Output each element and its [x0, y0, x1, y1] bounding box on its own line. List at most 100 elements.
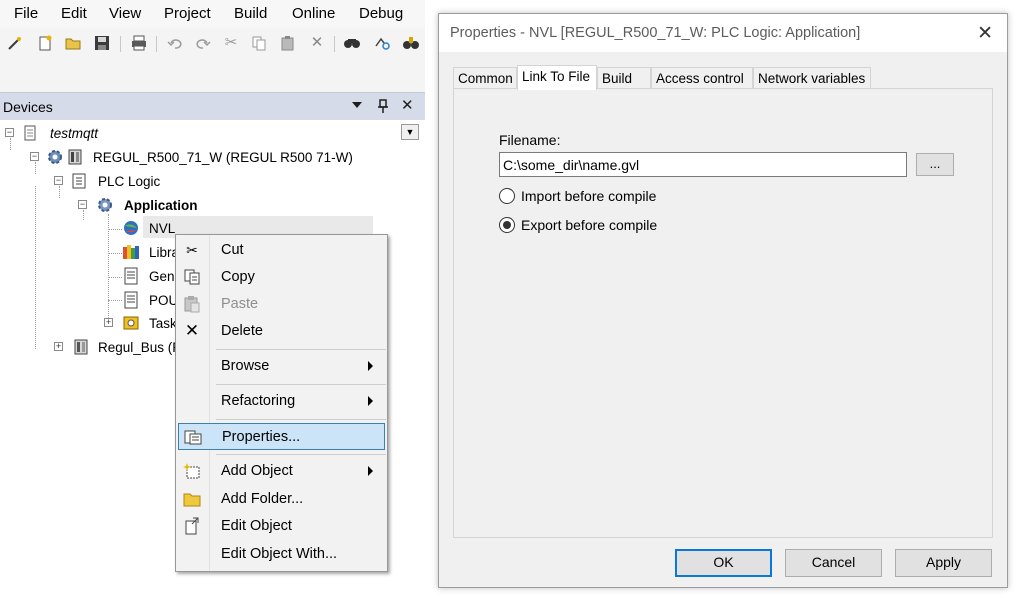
context-menu-add-object[interactable]: Add Object	[178, 458, 385, 485]
context-menu-separator	[216, 384, 386, 385]
devices-panel-title: Devices	[3, 99, 53, 115]
menu-view[interactable]: View	[109, 5, 141, 22]
print-icon[interactable]	[130, 34, 148, 52]
application-gear-icon	[98, 198, 112, 212]
context-menu-cut-label: Cut	[221, 242, 244, 258]
tree-pou-label[interactable]: POU	[149, 293, 178, 308]
devices-panel-header: Devices ✕	[0, 92, 425, 120]
tree-line	[35, 186, 36, 349]
binoculars-icon[interactable]	[402, 34, 420, 52]
close-icon[interactable]: ✕	[977, 22, 993, 45]
context-menu-delete[interactable]: ✕ Delete	[178, 318, 385, 345]
plc-device-icon	[68, 149, 82, 165]
undo-icon[interactable]	[166, 34, 184, 52]
menu-project[interactable]: Project	[164, 5, 211, 22]
tree-dropdown-button[interactable]: ▼	[401, 124, 419, 140]
menu-build[interactable]: Build	[234, 5, 267, 22]
context-menu-add-object-label: Add Object	[221, 463, 293, 479]
tab-network-variables[interactable]: Network variables	[753, 67, 871, 89]
context-menu-properties[interactable]: Properties...	[178, 423, 385, 450]
context-menu-separator	[216, 419, 386, 420]
tab-build[interactable]: Build	[597, 67, 651, 89]
edit-object-icon	[185, 517, 199, 535]
tree-application-label[interactable]: Application	[124, 198, 198, 213]
new-file-icon[interactable]	[36, 34, 54, 52]
context-menu-edit-object-with[interactable]: Edit Object With...	[178, 541, 385, 568]
tree-expander[interactable]: −	[78, 200, 87, 209]
tab-access-control[interactable]: Access control	[651, 67, 753, 89]
close-panel-icon[interactable]: ✕	[401, 96, 414, 114]
filename-label: Filename:	[499, 132, 561, 148]
tree-project-label[interactable]: testmqtt	[50, 126, 98, 141]
plc-logic-icon	[72, 173, 86, 189]
context-menu-edit-object[interactable]: Edit Object	[178, 513, 385, 540]
context-menu-edit-object-label: Edit Object	[221, 518, 292, 534]
context-menu-add-folder[interactable]: Add Folder...	[178, 486, 385, 513]
cancel-button[interactable]: Cancel	[785, 549, 882, 577]
filename-field[interactable]	[499, 152, 907, 177]
delete-icon[interactable]: ✕	[308, 34, 326, 52]
tree-expander[interactable]: +	[104, 318, 113, 327]
tab-link-to-file[interactable]: Link To File	[517, 65, 597, 90]
save-icon[interactable]	[93, 34, 111, 52]
tree-expander[interactable]: +	[54, 342, 63, 351]
browse-button[interactable]: ...	[916, 153, 954, 176]
find-icon[interactable]	[343, 34, 361, 52]
context-menu-copy-label: Copy	[221, 269, 255, 285]
apply-button[interactable]: Apply	[895, 549, 992, 577]
tree-line	[10, 138, 11, 150]
pin-icon[interactable]	[378, 99, 388, 113]
context-menu-add-folder-label: Add Folder...	[221, 491, 304, 507]
tree-line	[108, 229, 122, 230]
document-icon	[124, 267, 138, 285]
menu-online[interactable]: Online	[292, 5, 335, 22]
dropdown-arrow-icon[interactable]	[352, 102, 362, 110]
tree-line	[59, 186, 60, 198]
paste-icon[interactable]	[279, 34, 297, 52]
context-menu-copy[interactable]: Copy	[178, 264, 385, 291]
context-menu-paste[interactable]: Paste	[178, 291, 385, 318]
context-menu-separator	[216, 454, 386, 455]
tree-nvl-label[interactable]: NVL	[149, 221, 175, 236]
context-menu-browse[interactable]: Browse	[178, 353, 385, 380]
bus-device-icon	[74, 339, 88, 355]
context-menu-browse-label: Browse	[221, 358, 270, 374]
open-folder-icon[interactable]	[64, 34, 82, 52]
redo-icon[interactable]	[194, 34, 212, 52]
toolbar-separator	[120, 36, 121, 52]
tree-expander[interactable]: −	[54, 176, 63, 185]
menu-debug[interactable]: Debug	[359, 5, 403, 22]
menu-edit[interactable]: Edit	[61, 5, 87, 22]
link-to-file-panel: Filename: ... Import before compile Expo…	[453, 88, 993, 538]
paste-icon	[184, 296, 200, 313]
delete-icon: ✕	[184, 321, 200, 340]
tree-expander[interactable]: −	[30, 152, 39, 161]
tree-bus-label[interactable]: Regul_Bus (F	[98, 340, 181, 355]
add-object-icon	[183, 463, 200, 479]
context-menu-cut[interactable]: ✂ Cut	[178, 237, 385, 264]
project-icon	[24, 125, 36, 141]
cut-icon[interactable]: ✂	[222, 34, 240, 52]
gear-icon	[48, 150, 62, 164]
menu-file[interactable]: File	[14, 5, 38, 22]
wand-icon[interactable]	[6, 34, 24, 52]
tree-task-label[interactable]: Task	[149, 316, 177, 331]
tab-common[interactable]: Common	[453, 67, 517, 89]
tree-line	[108, 214, 109, 324]
task-configuration-icon	[123, 316, 139, 330]
copy-icon[interactable]	[250, 34, 268, 52]
export-before-compile-radio[interactable]	[499, 217, 515, 233]
network-variable-icon	[124, 221, 138, 235]
context-menu: ✂ Cut Copy Paste ✕ Delete Browse Refacto…	[175, 234, 388, 572]
tree-plc-logic-label[interactable]: PLC Logic	[98, 174, 160, 189]
context-menu-refactoring[interactable]: Refactoring	[178, 388, 385, 415]
toolbar-separator	[156, 36, 157, 52]
replace-icon[interactable]	[373, 34, 391, 52]
import-before-compile-radio[interactable]	[499, 188, 515, 204]
tree-device-label[interactable]: REGUL_R500_71_W (REGUL R500 71-W)	[93, 150, 353, 165]
tree-line	[83, 210, 84, 220]
ok-button[interactable]: OK	[675, 549, 772, 577]
dialog-titlebar: Properties - NVL [REGUL_R500_71_W: PLC L…	[439, 14, 1007, 52]
tree-expander[interactable]: −	[5, 128, 14, 137]
toolbar: ✂ ✕	[0, 28, 425, 62]
